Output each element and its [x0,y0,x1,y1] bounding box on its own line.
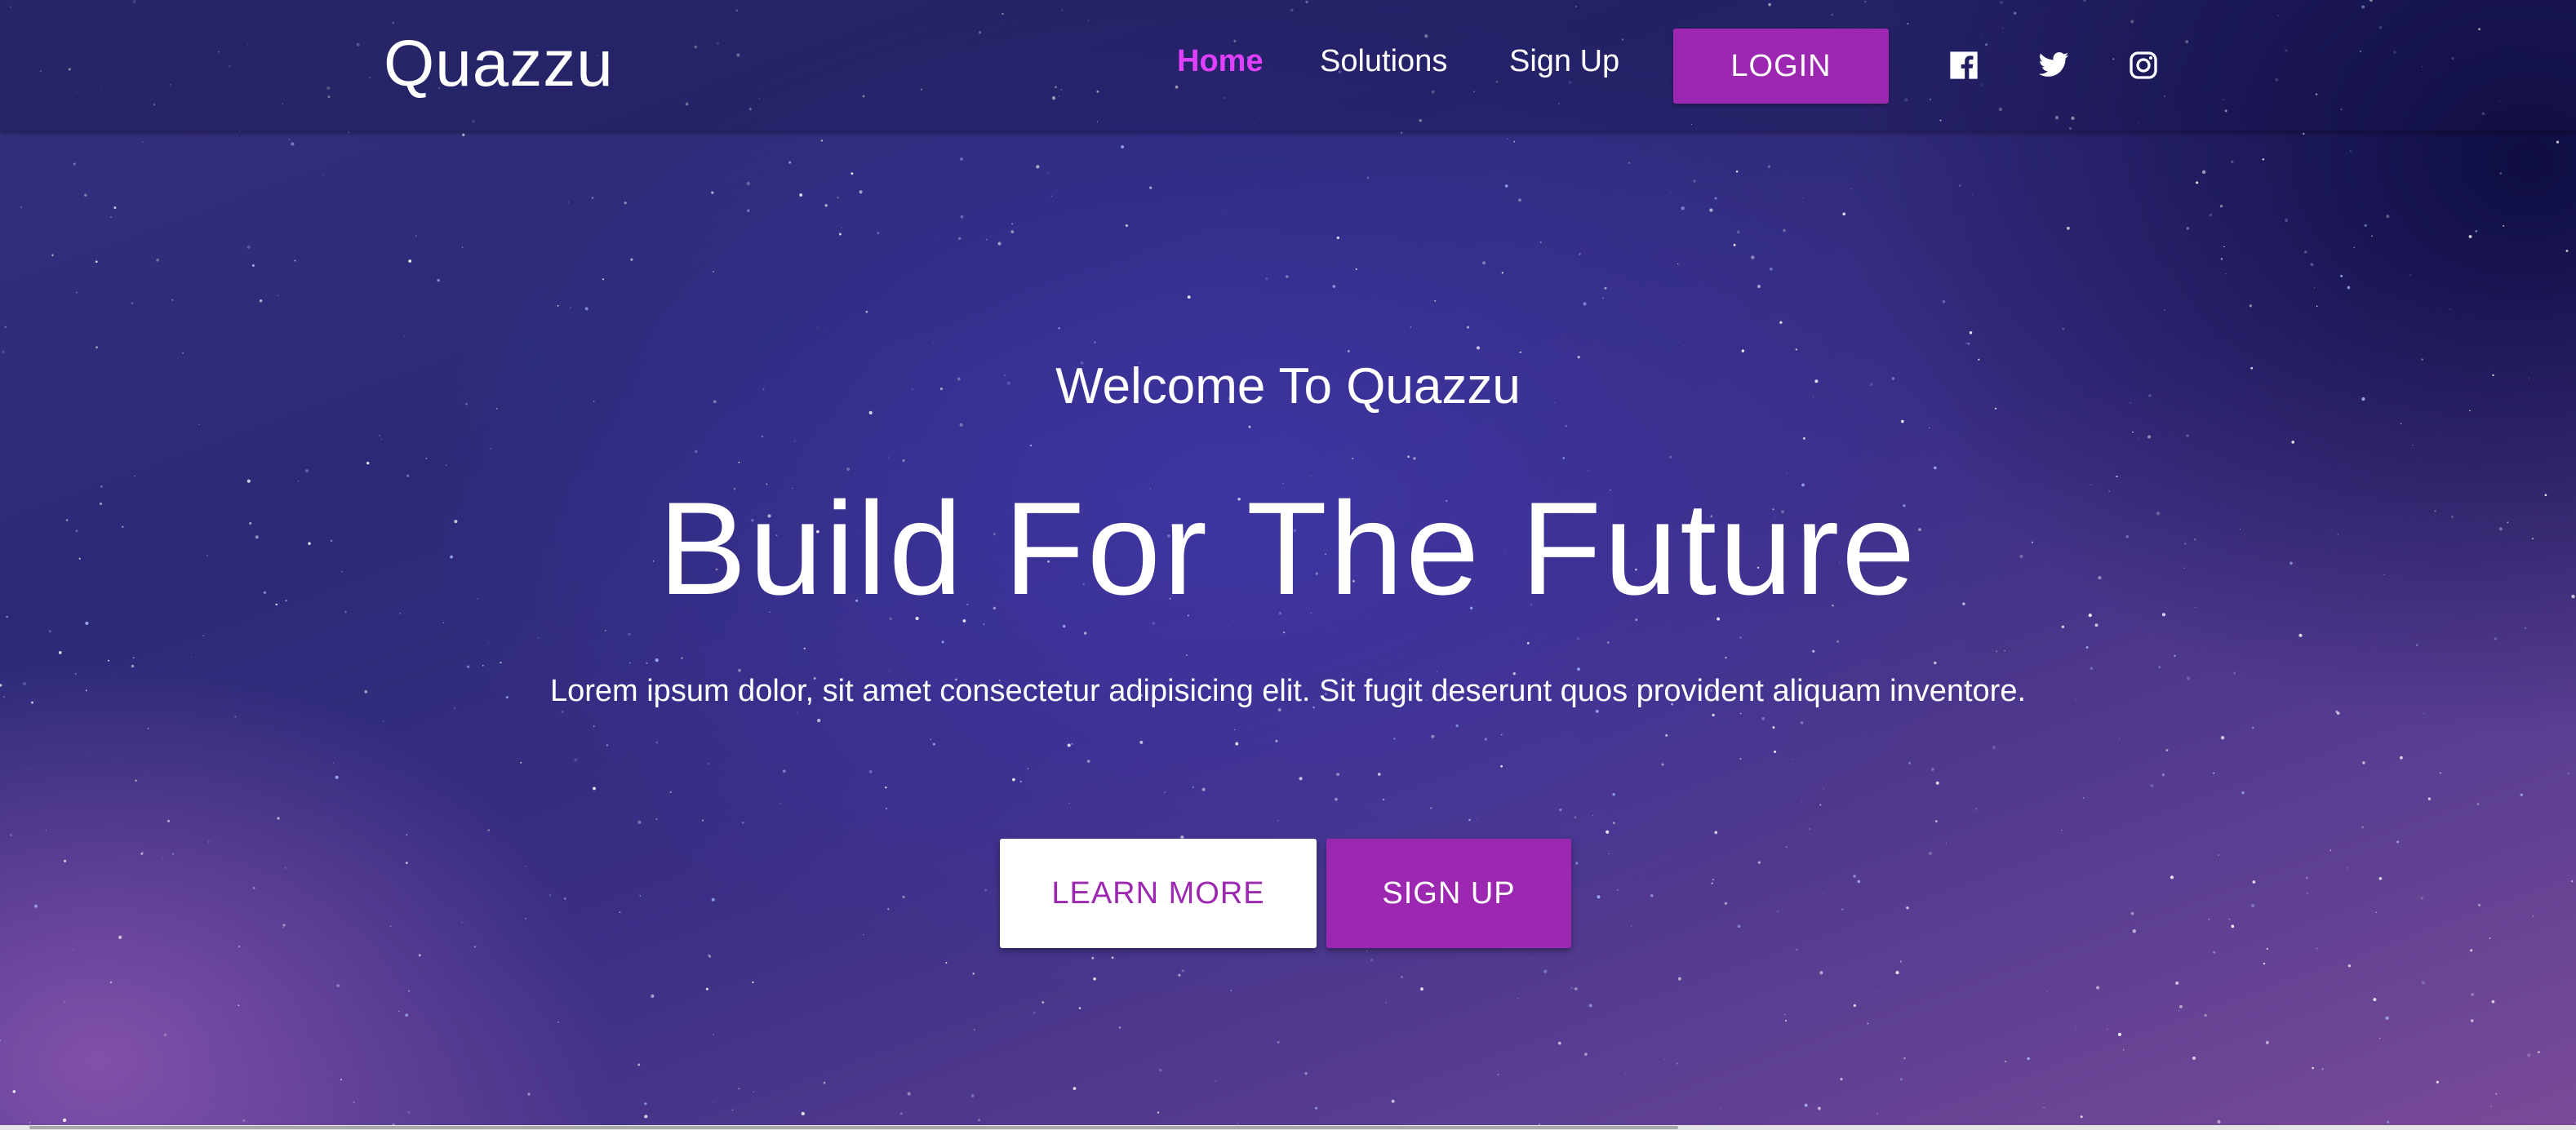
brand-logo[interactable]: Quazzu [384,26,614,101]
navbar: Quazzu Home Solutions Sign Up LOGIN [0,0,2576,131]
login-button[interactable]: LOGIN [1673,29,1889,104]
hero-section: Welcome To Quazzu Build For The Future L… [0,0,2576,1130]
twitter-icon[interactable] [2037,49,2070,82]
sign-up-button[interactable]: SIGN UP [1326,839,1571,948]
landing-page: Quazzu Home Solutions Sign Up LOGIN Welc… [0,0,2576,1130]
nav-link-sign-up[interactable]: Sign Up [1509,44,1619,79]
learn-more-button[interactable]: LEARN MORE [1000,839,1317,948]
facebook-icon[interactable] [1948,49,1980,82]
hero-headline: Build For The Future [658,475,1918,623]
nav-link-home[interactable]: Home [1177,44,1264,79]
scrollbar-thumb[interactable] [29,1126,1678,1129]
hero-subtext: Lorem ipsum dolor, sit amet consectetur … [549,674,2027,708]
horizontal-scrollbar[interactable] [0,1125,2576,1130]
welcome-text: Welcome To Quazzu [1055,358,1521,414]
instagram-icon[interactable] [2127,49,2160,82]
nav-link-solutions[interactable]: Solutions [1320,44,1447,79]
